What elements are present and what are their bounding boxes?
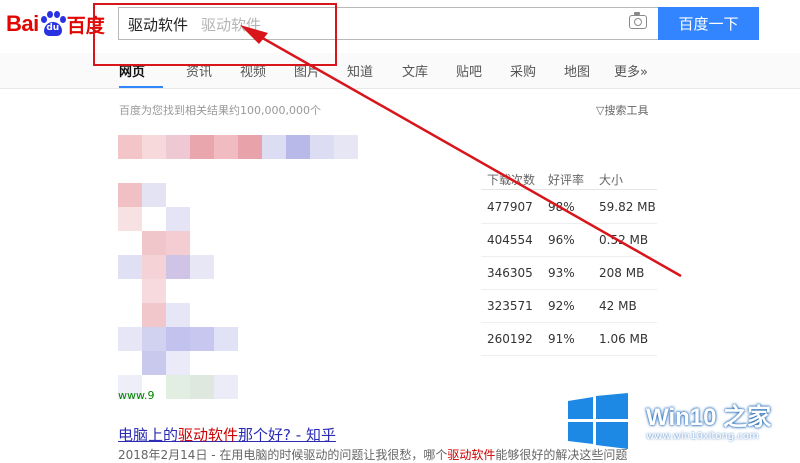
snippet-pre: 2018年2月14日 - 在用电脑的时候驱动的问题让我很愁，哪个 xyxy=(118,448,448,462)
tab-tieba[interactable]: 贴吧 xyxy=(456,61,482,80)
watermark-title: Win10 之家 xyxy=(646,404,772,431)
size-cell: 0.52 MB xyxy=(599,233,649,247)
snippet-highlight: 驱动软件 xyxy=(447,448,496,462)
rating-cell: 96% xyxy=(548,233,575,247)
result-snippet: 2018年2月14日 - 在用电脑的时候驱动的问题让我很愁，哪个驱动软件能够很好… xyxy=(118,446,627,463)
tab-caigou[interactable]: 采购 xyxy=(510,61,536,80)
result-title-link[interactable]: 电脑上的驱动软件那个好? - 知乎 xyxy=(118,424,336,445)
download-table-header: 下载次数 好评率 大小 xyxy=(481,162,657,190)
result-title-pre: 电脑上的 xyxy=(118,426,179,444)
downloads-cell: 404554 xyxy=(487,233,533,247)
windows-logo-icon xyxy=(568,393,628,449)
result-url[interactable]: www.9 xyxy=(118,389,154,402)
size-cell: 208 MB xyxy=(599,266,645,280)
baidu-logo[interactable]: Bai du 百度 xyxy=(6,6,105,42)
header-size: 大小 xyxy=(599,173,624,187)
downloads-cell: 323571 xyxy=(487,299,533,313)
table-row[interactable]: 404554 96% 0.52 MB xyxy=(481,224,657,257)
downloads-cell: 260192 xyxy=(487,332,533,346)
result-title-post: 那个好? - 知乎 xyxy=(238,426,336,444)
tab-zhidao[interactable]: 知道 xyxy=(347,61,373,80)
annotation-highlight-box xyxy=(93,3,337,66)
tab-wenku[interactable]: 文库 xyxy=(402,61,428,80)
result-title-highlight: 驱动软件 xyxy=(178,426,239,444)
tab-more[interactable]: 更多» xyxy=(614,61,648,80)
table-row[interactable]: 323571 92% 42 MB xyxy=(481,290,657,323)
active-tab-indicator xyxy=(119,86,163,88)
result-count: 百度为您找到相关结果约100,000,000个 xyxy=(119,104,321,117)
tab-map[interactable]: 地图 xyxy=(564,61,590,80)
table-row[interactable]: 477907 98% 59.82 MB xyxy=(481,191,657,224)
downloads-cell: 346305 xyxy=(487,266,533,280)
rating-cell: 93% xyxy=(548,266,575,280)
downloads-cell: 477907 xyxy=(487,200,533,214)
rating-cell: 92% xyxy=(548,299,575,313)
table-row[interactable]: 260192 91% 1.06 MB xyxy=(481,323,657,356)
pixelated-region xyxy=(118,135,358,399)
search-tools-label: 搜索工具 xyxy=(604,104,649,117)
logo-text-latin: Bai xyxy=(6,11,39,36)
header-downloads: 下载次数 xyxy=(487,173,536,187)
watermark-url: www.win10xitong.com xyxy=(646,431,759,442)
rating-cell: 91% xyxy=(548,332,575,346)
watermark: Win10 之家 www.win10xitong.com xyxy=(568,385,800,463)
search-tools-button[interactable]: ▽搜索工具 xyxy=(596,102,648,118)
header-rating: 好评率 xyxy=(548,173,585,187)
size-cell: 59.82 MB xyxy=(599,200,656,214)
rating-cell: 98% xyxy=(548,200,575,214)
search-button[interactable]: 百度一下 xyxy=(658,7,759,40)
paw-icon: du xyxy=(40,11,66,37)
table-row[interactable]: 346305 93% 208 MB xyxy=(481,257,657,290)
camera-icon[interactable] xyxy=(629,12,647,29)
size-cell: 42 MB xyxy=(599,299,637,313)
logo-paw-text: du xyxy=(46,23,60,33)
size-cell: 1.06 MB xyxy=(599,332,649,346)
